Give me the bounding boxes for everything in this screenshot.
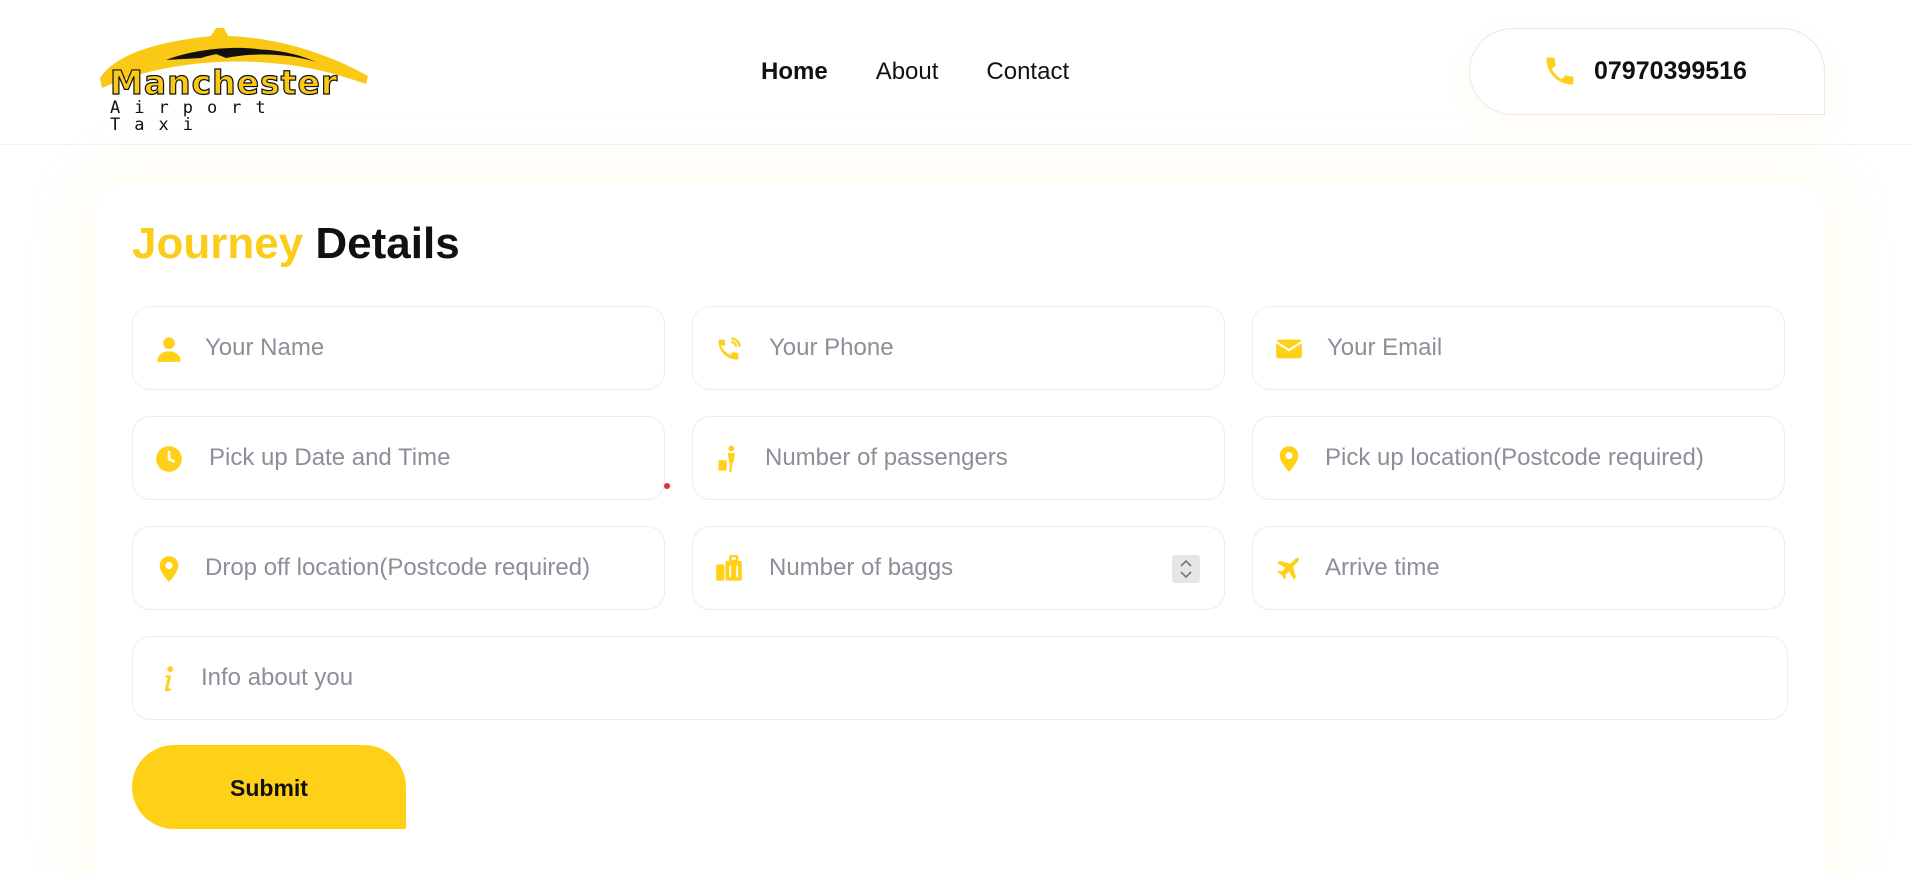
clock-icon [156, 446, 182, 472]
phone-field[interactable]: Your Phone [692, 306, 1225, 390]
suitcases-icon [716, 555, 742, 581]
arrive-time-placeholder: Arrive time [1325, 554, 1440, 581]
logo-title: Manchester [109, 63, 339, 102]
pickup-location-field[interactable]: Pick up location(Postcode required) [1252, 416, 1785, 500]
dropoff-location-field[interactable]: Drop off location(Postcode required) [132, 526, 665, 610]
form-title-rest: Details [315, 219, 460, 268]
logo-subtitle: Airport Taxi [110, 98, 280, 135]
nav-about[interactable]: About [876, 54, 939, 90]
phone-number: 07970399516 [1594, 57, 1747, 85]
main-nav: Home About Contact [761, 54, 1117, 90]
phone-ringing-icon [718, 337, 741, 360]
pickup-datetime-placeholder: Pick up Date and Time [209, 444, 451, 471]
email-field[interactable]: Your Email [1252, 306, 1785, 390]
phone-icon [1546, 57, 1574, 85]
passengers-field[interactable]: Number of passengers [692, 416, 1225, 500]
email-placeholder: Your Email [1327, 334, 1443, 361]
logo[interactable]: Manchester Airport Taxi [96, 24, 372, 134]
info-field[interactable]: Info about you [132, 636, 1788, 720]
phone-placeholder: Your Phone [769, 334, 894, 361]
phone-call-button[interactable]: 07970399516 [1469, 28, 1825, 115]
pickup-datetime-field[interactable]: Pick up Date and Time [132, 416, 665, 500]
info-icon [164, 666, 174, 692]
passengers-placeholder: Number of passengers [765, 444, 1008, 471]
baggage-field[interactable]: Number of baggs [692, 526, 1225, 610]
dropoff-location-placeholder: Drop off location(Postcode required) [205, 554, 591, 581]
arrive-time-field[interactable]: Arrive time [1252, 526, 1785, 610]
map-pin-icon [1279, 446, 1299, 472]
pickup-location-placeholder: Pick up location(Postcode required) [1325, 444, 1704, 471]
nav-contact[interactable]: Contact [986, 54, 1069, 90]
form-title-accent: Journey [132, 219, 304, 268]
baggage-placeholder: Number of baggs [769, 554, 954, 581]
name-field[interactable]: Your Name [132, 306, 665, 390]
name-placeholder: Your Name [205, 334, 325, 361]
passenger-luggage-icon [718, 445, 735, 472]
nav-home[interactable]: Home [761, 54, 828, 90]
number-stepper[interactable] [1172, 555, 1200, 583]
plane-icon [1277, 557, 1300, 580]
user-icon [157, 337, 181, 362]
envelope-icon [1275, 339, 1303, 359]
form-title: Journey Details [132, 216, 460, 272]
info-placeholder: Info about you [201, 664, 354, 691]
site-header: Manchester Airport Taxi Home About Conta… [0, 0, 1912, 145]
map-pin-icon [159, 556, 179, 582]
indicator-dot [664, 483, 670, 489]
submit-button[interactable]: Submit [132, 745, 406, 829]
stepper-arrows-icon [1180, 559, 1192, 579]
